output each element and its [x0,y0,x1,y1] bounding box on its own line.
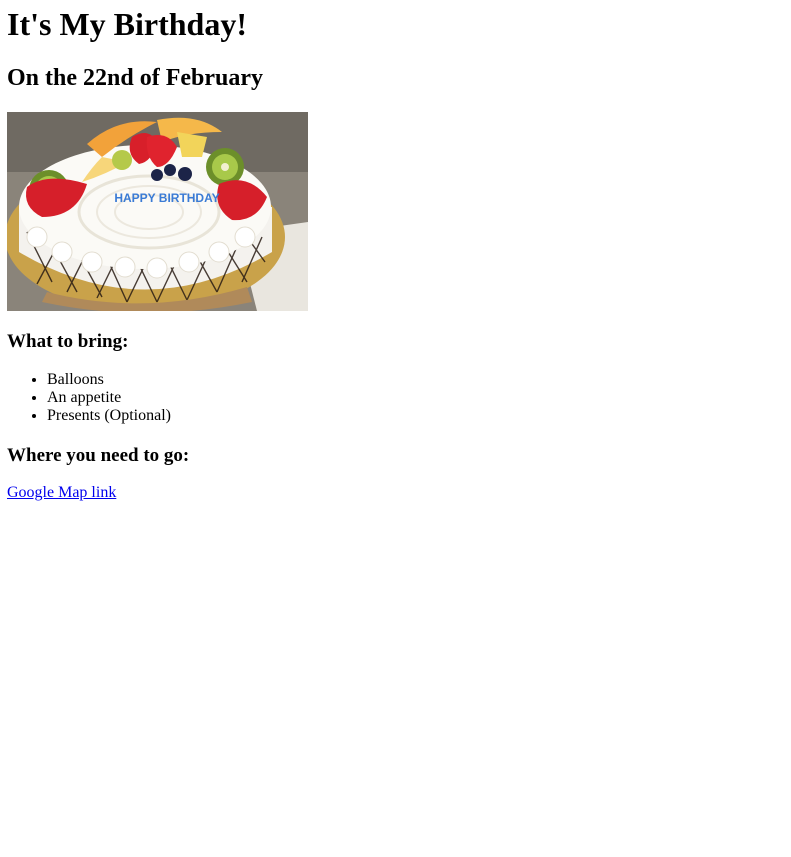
list-item: An appetite [47,389,171,407]
where-to-go-heading: Where you need to go: [7,445,190,466]
what-to-bring-heading: What to bring: [7,331,129,352]
google-map-link[interactable]: Google Map link [7,484,116,502]
page-subtitle: On the 22nd of February [7,65,264,91]
list-item: Presents (Optional) [47,407,171,425]
list-item: Balloons [47,371,171,389]
birthday-cake-image: HAPPY BIRTHDAY [7,112,308,311]
bring-list: Balloons An appetite Presents (Optional) [7,371,171,425]
page-title: It's My Birthday! [7,6,247,42]
cake-text: HAPPY BIRTHDAY [114,191,219,205]
